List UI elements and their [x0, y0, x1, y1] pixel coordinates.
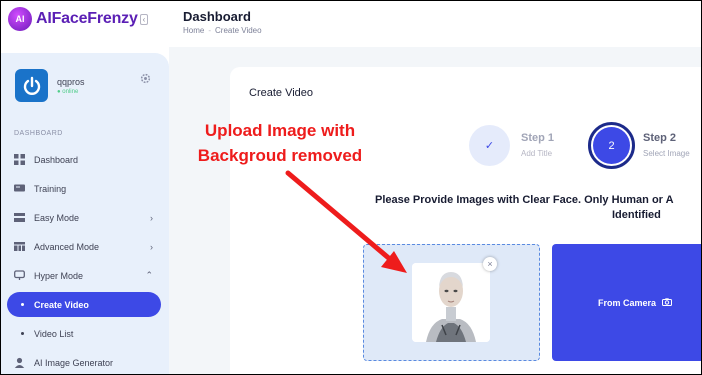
bullet-icon [21, 332, 24, 335]
user-meta: qqpros ● online [57, 77, 85, 95]
uploaded-image-preview [412, 263, 490, 342]
monitor-icon [14, 183, 25, 194]
user-name: qqpros [57, 76, 85, 87]
camera-button-label: From Camera [598, 297, 657, 308]
user-profile[interactable]: qqpros ● online [15, 69, 85, 102]
sidebar-item-label: Create Video [34, 299, 89, 310]
sidebar-item-label: Advanced Mode [34, 241, 100, 252]
step-2-indicator[interactable]: 2 [588, 122, 635, 169]
card-title: Create Video [249, 87, 314, 99]
sidebar-item-ai-image-generator[interactable]: AI Image Generator [1, 348, 169, 374]
bullet-icon [21, 303, 24, 306]
camera-icon [662, 297, 673, 308]
from-camera-button[interactable]: From Camera [552, 244, 701, 361]
sidebar-item-advanced-mode[interactable]: Advanced Mode › [1, 232, 169, 261]
sidebar-item-label: Training [34, 183, 67, 194]
page-title: Dashboard [183, 9, 251, 24]
step-1-label: Step 1 [521, 132, 555, 144]
sidebar-item-label: Easy Mode [34, 212, 80, 223]
check-icon: ✓ [484, 140, 495, 152]
sidebar-item-label: AI Image Generator [34, 357, 114, 368]
chevron-up-icon: ⌃ [145, 270, 153, 280]
avatar[interactable] [15, 69, 48, 102]
breadcrumb: Home - Create Video [183, 26, 262, 35]
power-icon [23, 76, 40, 95]
annotation-line-2: Backgroud removed [197, 146, 363, 165]
sidebar-item-easy-mode[interactable]: Easy Mode › [1, 203, 169, 232]
step-1-sub: Add Title [521, 149, 553, 158]
step-1-indicator[interactable]: ✓ [469, 125, 510, 166]
user-status: ● online [57, 88, 79, 95]
sidebar-item-label: Hyper Mode [34, 270, 84, 281]
user-icon [14, 357, 25, 368]
sidebar-item-label: Dashboard [34, 154, 79, 165]
step-2-label: Step 2 [643, 132, 677, 144]
layers-icon [14, 212, 25, 223]
instruction-text: Please Provide Images with Clear Face. O… [375, 194, 674, 206]
table-icon [14, 241, 25, 252]
breadcrumb-current: Create Video [215, 26, 262, 35]
remove-image-button[interactable]: × [483, 257, 497, 271]
brand-name: AIFaceFrenzy [36, 10, 138, 27]
annotation-line-1: Upload Image with [204, 121, 356, 140]
robot-portrait-image [412, 263, 490, 342]
app-window: AI AIFaceFrenzy ‹ Dashboard Home - Creat… [0, 0, 702, 375]
sidebar-section-label: DASHBOARD [14, 130, 63, 137]
logo-badge-text: AI [15, 14, 25, 24]
close-icon: × [487, 259, 493, 269]
breadcrumb-home[interactable]: Home [183, 26, 204, 35]
sidebar-panel: qqpros ● online DASHBOARD Dashboard Trai… [1, 53, 169, 374]
sidebar-nav: Dashboard Training Easy Mode › Advanced … [1, 145, 169, 374]
sidebar-item-dashboard[interactable]: Dashboard [1, 145, 169, 174]
grid-icon [14, 154, 25, 165]
sidebar: qqpros ● online DASHBOARD Dashboard Trai… [1, 47, 169, 374]
top-header: AI AIFaceFrenzy ‹ Dashboard Home - Creat… [1, 1, 701, 47]
user-status-text: online [62, 88, 79, 95]
gear-icon[interactable] [140, 71, 151, 89]
sidebar-item-training[interactable]: Training [1, 174, 169, 203]
chevron-right-icon: › [150, 241, 153, 252]
sidebar-item-hyper-mode[interactable]: Hyper Mode ⌃ [1, 261, 169, 290]
step-2-number: 2 [593, 127, 630, 164]
logo-badge-icon: AI [8, 7, 32, 31]
instruction-text-cont: Identified [612, 209, 661, 221]
collapse-sidebar-icon[interactable]: ‹ [139, 13, 149, 25]
annotation-text: Upload Image with Backgroud removed [175, 118, 385, 168]
breadcrumb-separator: - [208, 26, 212, 35]
chevron-right-icon: › [150, 212, 153, 223]
brand-logo[interactable]: AI AIFaceFrenzy ‹ [8, 7, 149, 31]
sidebar-item-video-list[interactable]: Video List [1, 319, 169, 348]
sidebar-item-create-video[interactable]: Create Video [7, 292, 161, 317]
sidebar-item-label: Video List [34, 328, 74, 339]
step-2-sub: Select Image [643, 149, 690, 158]
screen-icon [14, 270, 25, 281]
